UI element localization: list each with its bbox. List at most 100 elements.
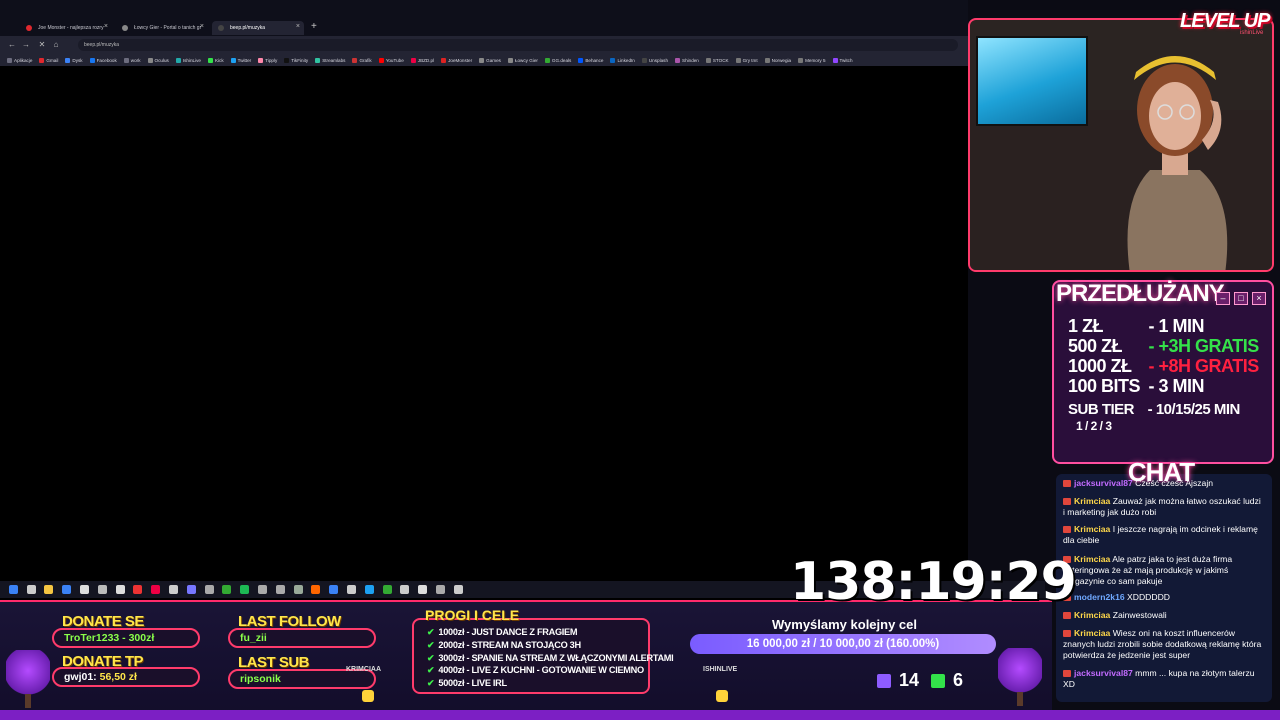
spotify-icon[interactable]	[240, 585, 250, 594]
settings-icon[interactable]	[97, 585, 107, 594]
bookmark-icon	[410, 57, 416, 63]
windows-start-icon[interactable]	[8, 585, 18, 594]
bookmark-item[interactable]: Dysk	[65, 57, 83, 63]
extension-row: 500 ZŁ - +3H GRATIS	[1068, 336, 1259, 356]
stop-button[interactable]: ✕	[36, 39, 48, 51]
app-icon[interactable]	[418, 585, 428, 594]
donate-tp-amount: 56,50 zł	[99, 671, 137, 683]
bookmark-icon	[479, 57, 485, 63]
bookmark-label: Kick	[214, 57, 224, 63]
bookmark-item[interactable]: Twitch	[832, 57, 853, 63]
discord-icon[interactable]	[186, 585, 196, 594]
chrome-icon[interactable]	[382, 585, 392, 594]
bookmark-item[interactable]: Kick	[207, 57, 224, 63]
xbox-icon[interactable]	[222, 585, 232, 594]
close-tab-icon[interactable]: ×	[104, 23, 108, 30]
goal-item: ✔ 5000zł - LIVE IRL	[427, 677, 507, 689]
app-icon[interactable]	[168, 585, 178, 594]
bookmark-item[interactable]: GG.deals	[544, 57, 571, 63]
bookmark-item[interactable]: Behance	[578, 57, 603, 63]
browser-window: Joe Monster - najlepsza rozry × Łowcy Gi…	[0, 0, 1045, 600]
bookmark-item[interactable]: TikFinity	[284, 57, 309, 63]
address-bar[interactable]: beep.pl/muzyka	[78, 39, 958, 51]
tab-lowcy-gier[interactable]: Łowcy Gier - Portal o tanich gr ×	[116, 21, 208, 35]
firefox-icon[interactable]	[311, 585, 321, 594]
bookmark-icon	[7, 57, 12, 63]
extension-time: - 3 MIN	[1148, 376, 1205, 396]
app-icon[interactable]	[400, 585, 410, 594]
folder-icon[interactable]	[44, 585, 54, 594]
app-icon[interactable]	[151, 585, 161, 594]
bookmark-item[interactable]: Facebook	[89, 57, 117, 63]
bookmark-item[interactable]: JoeMonster	[441, 57, 472, 63]
bookmark-item[interactable]: Shinden	[675, 57, 699, 63]
bookmark-item[interactable]: IshinLive	[175, 57, 201, 63]
bookmark-icon	[641, 57, 647, 63]
bookmark-item[interactable]: Unsplash	[641, 57, 668, 63]
bookmark-item[interactable]: work	[123, 57, 141, 63]
forward-button[interactable]: →	[20, 39, 32, 51]
bookmark-item[interactable]: Grafik	[352, 57, 372, 63]
bookmark-item[interactable]: Tipply	[258, 57, 277, 63]
bookmark-label: Facebook	[96, 57, 117, 63]
app-icon[interactable]	[204, 585, 214, 594]
search-icon[interactable]	[26, 585, 36, 594]
steam-icon[interactable]	[364, 585, 374, 594]
bookmark-item[interactable]: Aplikacje	[7, 57, 32, 63]
bookmark-item[interactable]: LinkedIn	[610, 57, 635, 63]
subathon-timer: 138:19:29	[790, 552, 1077, 612]
goal-text: 5000zł - LIVE IRL	[438, 678, 507, 689]
goal-item: ✔ 4000zł - LIVE Z KUCHNI - GOTOWANIE W CI…	[427, 664, 644, 676]
edge-icon[interactable]	[329, 585, 339, 594]
sprite-label-right: ISHINLIVE	[703, 666, 738, 673]
back-button[interactable]: ←	[6, 39, 18, 51]
calculator-icon[interactable]	[79, 585, 89, 594]
extension-amount: 500 ZŁ	[1068, 336, 1123, 356]
home-button[interactable]: ⌂	[50, 39, 62, 51]
tab-beep[interactable]: beep.pl/muzyka ×	[212, 21, 304, 35]
close-tab-icon[interactable]: ×	[200, 23, 204, 30]
bookmark-icon	[578, 57, 584, 63]
bookmark-label: LinkedIn	[617, 57, 635, 63]
bookmark-label: Gry tmt	[742, 57, 758, 63]
chat-username: Krimciaa	[1074, 496, 1111, 506]
bookmark-item[interactable]: Gry tmt	[735, 57, 758, 63]
chat-text: Cześć cześć Ajszajn	[1132, 478, 1214, 488]
extension-amount: 100 BITS	[1068, 376, 1141, 396]
new-tab-button[interactable]: +	[311, 21, 321, 33]
bookmark-item[interactable]: Gmail	[39, 57, 58, 63]
terminal-icon[interactable]	[115, 585, 125, 594]
chat-message: Krimciaa Wiesz oni na koszt influencerów…	[1063, 628, 1263, 661]
bookmark-item[interactable]: STOCK	[705, 57, 729, 63]
bookmark-item[interactable]: Memory 5	[798, 57, 826, 63]
goal-item: ✔ 3000zł - SPANIE NA STREAM Z WŁĄCZONYMI …	[427, 652, 674, 664]
app-icon[interactable]	[293, 585, 303, 594]
bookmark-icon	[258, 57, 264, 63]
bookmark-item[interactable]: Norwegia	[764, 57, 791, 63]
bookmark-label: Streamlabs	[322, 57, 346, 63]
bookmark-item[interactable]: Twitter	[230, 57, 251, 63]
bookmark-item[interactable]: YouTube	[378, 57, 404, 63]
bookmark-item[interactable]: Łowcy Gier	[507, 57, 538, 63]
close-tab-icon[interactable]: ×	[296, 23, 300, 30]
app-icon[interactable]	[257, 585, 267, 594]
app-icon[interactable]	[435, 585, 445, 594]
bookmark-item[interactable]: Oculus	[147, 57, 169, 63]
bookmark-label: TikFinity	[291, 57, 309, 63]
minimize-icon: –	[1216, 292, 1230, 305]
goal-title: Wymyślamy kolejny cel	[772, 617, 918, 632]
chat-username: modern2k16	[1074, 592, 1125, 602]
tab-joemonster[interactable]: Joe Monster - najlepsza rozry ×	[20, 21, 112, 35]
bookmark-item[interactable]: Games	[479, 57, 501, 63]
bookmark-icon	[544, 57, 550, 63]
chat-message: modern2k16 XDDDDDD	[1063, 592, 1263, 603]
bookmark-label: JBZD.pl	[417, 57, 435, 63]
mail-icon[interactable]	[62, 585, 72, 594]
bookmark-label: Unsplash	[648, 57, 668, 63]
app-icon[interactable]	[133, 585, 143, 594]
app-icon[interactable]	[346, 585, 356, 594]
app-icon[interactable]	[275, 585, 285, 594]
bookmark-item[interactable]: JBZD.pl	[410, 57, 435, 63]
bookmark-item[interactable]: Streamlabs	[315, 57, 346, 63]
app-icon[interactable]	[453, 585, 463, 594]
